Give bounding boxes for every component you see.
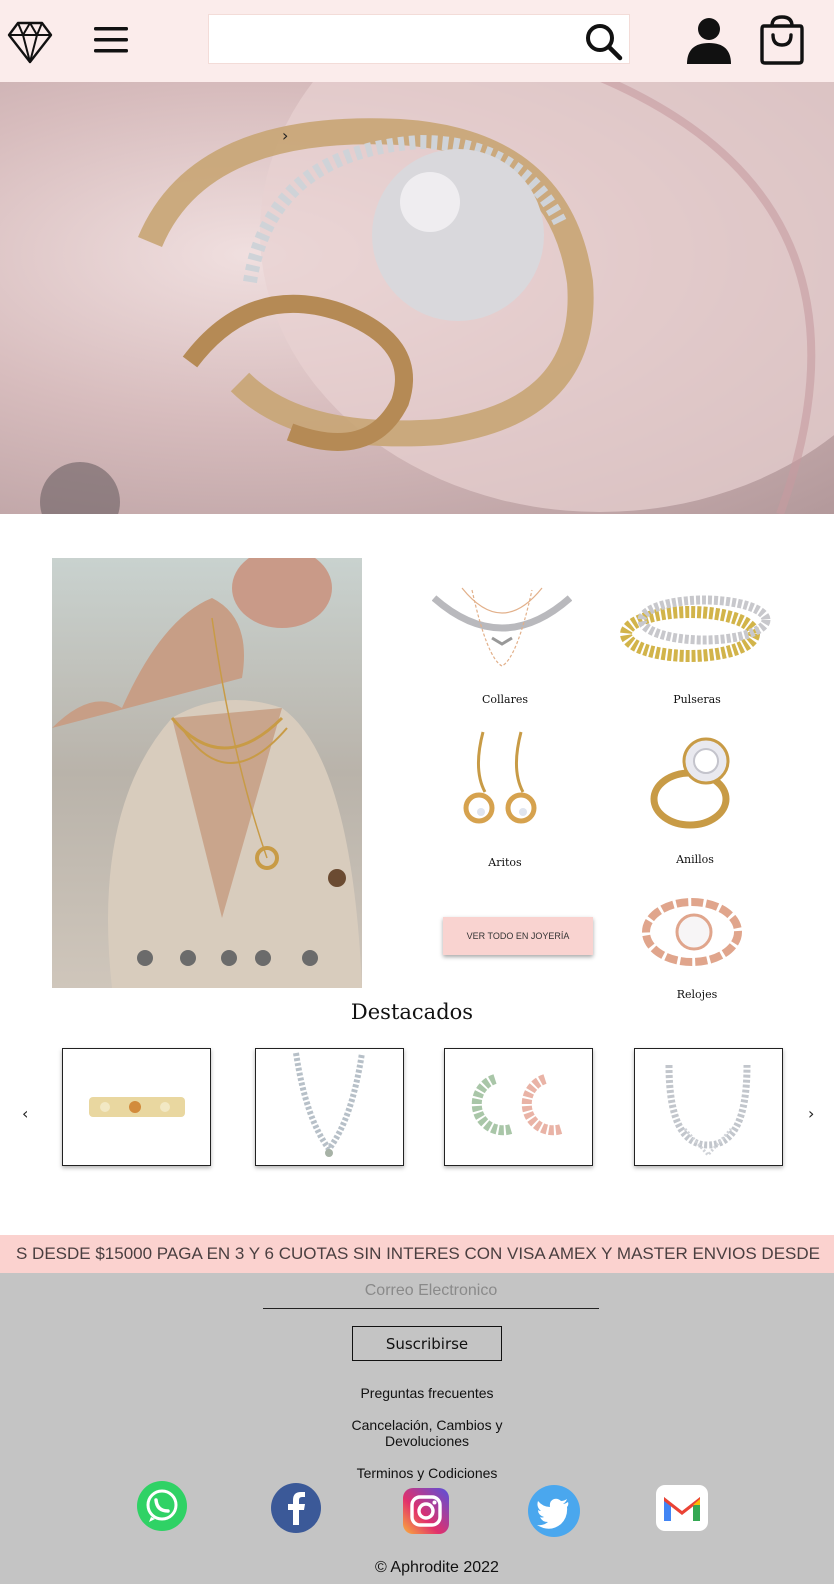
returns-link-line1[interactable]: Cancelación, Cambios y <box>0 1417 834 1433</box>
category-label-aritos[interactable]: Aritos <box>445 856 565 869</box>
user-icon[interactable] <box>684 16 734 66</box>
slider-dot[interactable] <box>255 950 271 966</box>
whatsapp-icon[interactable] <box>137 1481 187 1531</box>
featured-next-arrow[interactable]: › <box>808 1104 814 1123</box>
subscribe-button[interactable]: Suscribirse <box>352 1326 502 1361</box>
product-card[interactable] <box>444 1048 593 1166</box>
diamond-icon[interactable] <box>6 18 54 66</box>
header <box>0 0 834 82</box>
promo-banner-text: S DESDE $15000 PAGA EN 3 Y 6 CUOTAS SIN … <box>16 1244 821 1263</box>
slider-dot[interactable] <box>180 950 196 966</box>
promo-banner: S DESDE $15000 PAGA EN 3 Y 6 CUOTAS SIN … <box>0 1235 834 1273</box>
category-label-pulseras[interactable]: Pulseras <box>637 693 757 706</box>
hero-banner: › <box>0 82 834 514</box>
facebook-icon[interactable] <box>271 1483 321 1533</box>
product-card[interactable] <box>634 1048 783 1166</box>
bracelet-image[interactable] <box>620 584 772 676</box>
category-slider-image <box>52 558 362 988</box>
necklace-image <box>293 1052 365 1157</box>
shopping-bag-icon[interactable] <box>758 14 806 66</box>
model-image <box>52 558 362 988</box>
view-all-jewelry-button[interactable]: VER TODO EN JOYERÍA <box>443 917 593 955</box>
returns-link-line2[interactable]: Devoluciones <box>0 1433 834 1449</box>
slider-dot[interactable] <box>302 950 318 966</box>
featured-prev-arrow[interactable]: ‹ <box>22 1104 28 1123</box>
product-card[interactable] <box>255 1048 404 1166</box>
footer: Suscribirse Preguntas frecuentes Cancela… <box>0 1273 834 1584</box>
category-label-anillos[interactable]: Anillos <box>635 853 755 866</box>
product-card[interactable] <box>62 1048 211 1166</box>
bracelet-image <box>89 1097 185 1117</box>
watch-image[interactable] <box>640 892 744 972</box>
earrings-image[interactable] <box>463 730 543 834</box>
search-icon[interactable] <box>583 21 623 61</box>
hero-next-arrow[interactable]: › <box>282 126 288 145</box>
slider-dot[interactable] <box>137 950 153 966</box>
gmail-icon[interactable] <box>656 1485 708 1531</box>
featured-title: Destacados <box>350 1000 474 1024</box>
slider-dot[interactable] <box>221 950 237 966</box>
email-field[interactable] <box>263 1273 599 1309</box>
copyright-text: © Aphrodite 2022 <box>375 1559 499 1576</box>
category-label-collares[interactable]: Collares <box>445 693 565 706</box>
necklace-image[interactable] <box>432 578 572 674</box>
necklace-image <box>665 1064 751 1158</box>
faq-link[interactable]: Preguntas frecuentes <box>0 1385 834 1401</box>
earrings-image <box>471 1074 563 1136</box>
hamburger-menu-icon[interactable] <box>92 22 132 58</box>
search-input[interactable] <box>209 15 569 63</box>
instagram-icon[interactable] <box>403 1488 449 1534</box>
ring-image[interactable] <box>648 733 744 833</box>
hero-ring-image <box>40 82 834 514</box>
twitter-icon[interactable] <box>528 1485 580 1537</box>
search-bar <box>208 14 630 64</box>
terms-link[interactable]: Terminos y Codiciones <box>0 1465 834 1481</box>
